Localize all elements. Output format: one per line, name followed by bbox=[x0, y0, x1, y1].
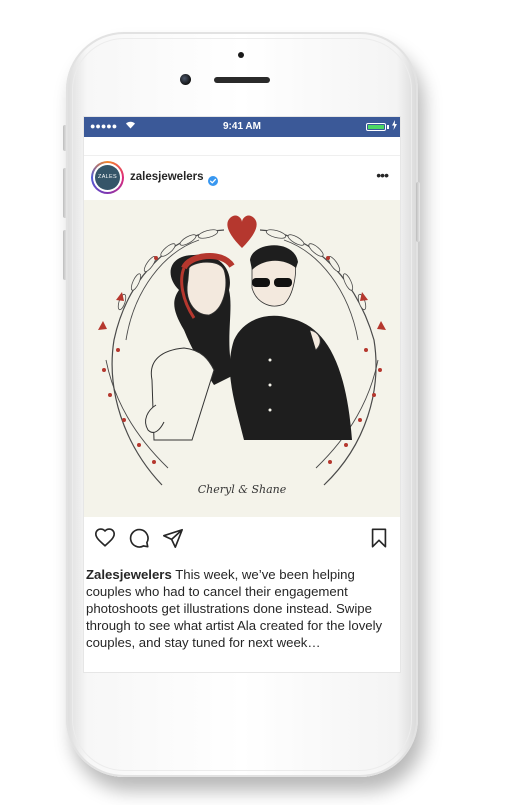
avatar-logo: ZALES bbox=[95, 165, 120, 190]
username[interactable]: zalesjewelers bbox=[130, 171, 204, 183]
phone-screen: ●●●●● 9:41 AM ZALES zalesjewelers ••• Ch… bbox=[84, 117, 400, 672]
heart-icon[interactable] bbox=[94, 527, 116, 549]
phone-volume-down-button bbox=[63, 230, 67, 280]
illustration-signature: Cheryl & Shane bbox=[198, 483, 287, 496]
phone-camera bbox=[180, 74, 191, 85]
caption-author[interactable]: Zalesjewelers bbox=[86, 567, 172, 582]
comment-icon[interactable] bbox=[128, 527, 150, 549]
avatar[interactable]: ZALES bbox=[93, 163, 122, 192]
charging-icon bbox=[392, 120, 397, 133]
status-time: 9:41 AM bbox=[223, 121, 261, 132]
status-bar: ●●●●● 9:41 AM bbox=[84, 117, 400, 137]
share-icon[interactable] bbox=[162, 527, 184, 549]
post-actions bbox=[84, 519, 400, 555]
battery-icon bbox=[366, 123, 386, 131]
more-horizontal-icon[interactable]: ••• bbox=[376, 167, 389, 183]
post-caption: Zalesjewelers This week, we’ve been help… bbox=[84, 566, 400, 651]
phone-side-button bbox=[63, 125, 67, 151]
couple-illustration: Cheryl & Shane bbox=[84, 200, 400, 517]
post-image[interactable]: Cheryl & Shane bbox=[84, 200, 400, 517]
verified-badge-icon bbox=[208, 173, 218, 186]
app-nav-bar bbox=[84, 137, 400, 156]
phone-volume-up-button bbox=[63, 168, 67, 218]
post-header: ZALES zalesjewelers ••• bbox=[84, 156, 400, 200]
battery-nub bbox=[387, 125, 389, 129]
phone-power-button bbox=[416, 182, 420, 242]
stage: ●●●●● 9:41 AM ZALES zalesjewelers ••• Ch… bbox=[0, 0, 514, 805]
phone-sensor bbox=[238, 52, 244, 58]
story-ring[interactable]: ZALES bbox=[91, 161, 124, 194]
battery-level bbox=[368, 125, 384, 129]
bookmark-icon[interactable] bbox=[368, 527, 390, 549]
phone-speaker bbox=[214, 77, 270, 83]
